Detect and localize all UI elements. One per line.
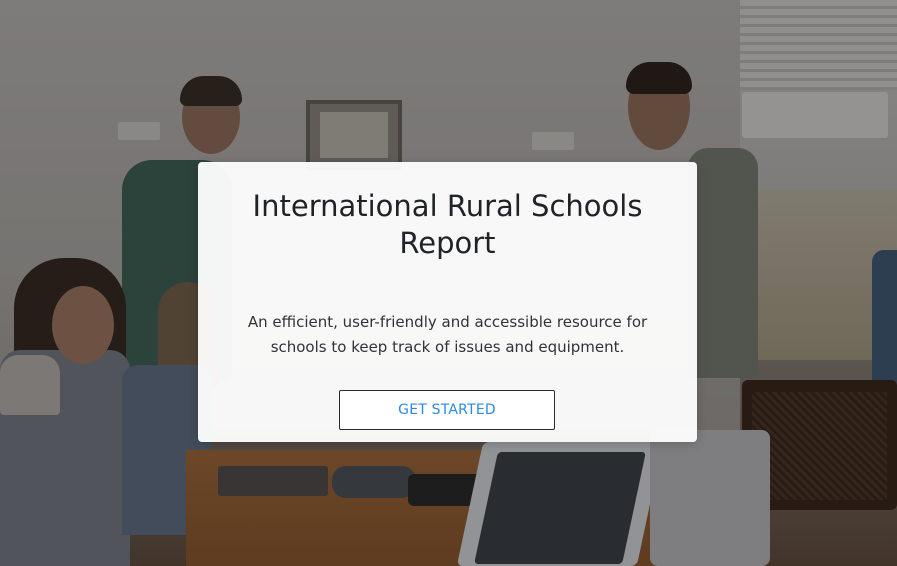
get-started-button[interactable]: GET STARTED: [339, 390, 555, 430]
hero-description: An efficient, user-friendly and accessib…: [247, 313, 648, 356]
page-title: International Rural Schools Report: [252, 189, 643, 260]
hero-card: International Rural Schools Report An ef…: [198, 162, 697, 442]
